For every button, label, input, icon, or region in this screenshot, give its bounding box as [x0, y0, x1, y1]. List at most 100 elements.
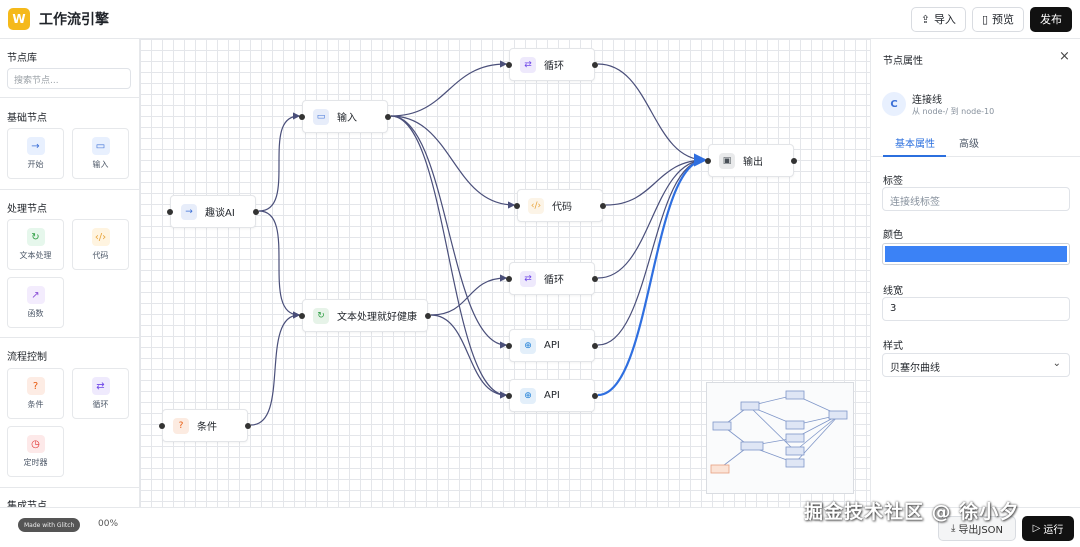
edge-loop2-output[interactable] [597, 156, 707, 279]
edge-start-input[interactable] [258, 112, 301, 212]
header-actions: ⇪ 导入 ▯ 预览 发布 [910, 6, 1072, 32]
input-port[interactable] [299, 313, 305, 319]
publish-button[interactable]: 发布 [1030, 6, 1072, 32]
sidebar-item-function[interactable]: ↗ 函数 [7, 277, 64, 328]
input-port[interactable] [167, 209, 173, 215]
tile-label: 输入 [92, 160, 109, 169]
help-circle-icon: ? [173, 417, 189, 434]
sidebar-item-timer[interactable]: ◷ 定时器 [7, 426, 64, 477]
sidebar-divider [0, 487, 139, 488]
node-label: 代码 [552, 202, 572, 213]
output-port[interactable] [592, 62, 598, 68]
color-swatch [885, 246, 1067, 262]
output-port[interactable] [791, 158, 797, 164]
sidebar-item-start[interactable]: → 开始 [7, 128, 64, 179]
width-field-label: 线宽 [883, 286, 903, 297]
edge-input-loop1[interactable] [390, 60, 508, 117]
section-title-flow: 流程控制 [7, 352, 47, 363]
sidebar-item-input[interactable]: ▭ 输入 [72, 128, 129, 179]
node-code[interactable]: ‹/› 代码 [514, 189, 606, 222]
connection-title: 连接线 [912, 95, 942, 106]
repeat-icon: ⇄ [520, 270, 536, 287]
tile-label: 代码 [92, 251, 109, 260]
refresh-icon: ↻ [313, 307, 329, 324]
edge-api1-output[interactable] [597, 156, 707, 346]
input-port[interactable] [514, 203, 520, 209]
clipboard-icon: ▯ [981, 12, 988, 26]
tab-basic-properties[interactable]: 基本属性 [895, 135, 935, 150]
node-input[interactable]: ▭ 输入 [299, 100, 391, 133]
play-icon: ▷ [1032, 523, 1041, 534]
repeat-icon: ⇄ [520, 56, 536, 73]
node-cond[interactable]: ? 条件 [159, 409, 251, 442]
line-width-input[interactable]: 3 [882, 297, 1070, 321]
input-port[interactable] [159, 423, 165, 429]
node-api1[interactable]: ⊕ API [506, 329, 598, 362]
minimap[interactable] [706, 382, 854, 494]
input-port[interactable] [299, 114, 305, 120]
node-output[interactable]: ▣ 输出 [705, 144, 797, 177]
preview-label: 预览 [992, 13, 1014, 26]
node-search-input[interactable]: 搜索节点... [7, 68, 131, 89]
edge-loop1-output[interactable] [597, 63, 707, 164]
style-field-label: 样式 [883, 341, 903, 352]
output-port[interactable] [253, 209, 259, 215]
node-label: API [544, 390, 560, 401]
input-port[interactable] [506, 343, 512, 349]
edge-api2-output[interactable] [597, 153, 708, 397]
watermark: 掘金技术社区 @ 徐小夕 [804, 501, 1020, 523]
edge-input-api2[interactable] [390, 115, 508, 399]
input-port[interactable] [506, 62, 512, 68]
workflow-canvas[interactable]: → 趣谈AI ▭ 输入? 条件 ↻ 文本处理就好健康 ⇄ 循环 ‹/› 代码 ⇄ 循环 ⊕ API ⊕ API ▣… [140, 39, 870, 507]
output-port[interactable] [600, 203, 606, 209]
run-button[interactable]: ▷ 运行 [1022, 516, 1074, 541]
node-label: 条件 [197, 422, 217, 433]
globe-icon: ⊕ [520, 387, 536, 404]
section-title-basic: 基础节点 [7, 113, 47, 124]
input-port[interactable] [705, 158, 711, 164]
connection-avatar: C [882, 92, 906, 116]
upload-icon: ⇪ [920, 12, 930, 26]
edge-cond-text[interactable] [250, 311, 301, 426]
sidebar-divider [0, 337, 139, 338]
line-style-select[interactable]: 贝塞尔曲线 ⌄ [882, 353, 1070, 377]
node-label: 趣谈AI [205, 208, 235, 219]
edge-input-code[interactable] [390, 115, 516, 209]
top-header: W 工作流引擎 ⇪ 导入 ▯ 预览 发布 [0, 0, 1080, 39]
sidebar-item-code[interactable]: ‹/› 代码 [72, 219, 129, 270]
node-text[interactable]: ↻ 文本处理就好健康 [299, 299, 431, 332]
input-port[interactable] [506, 393, 512, 399]
edge-start-text[interactable] [258, 210, 301, 319]
tab-advanced[interactable]: 高级 [959, 135, 979, 150]
close-icon[interactable]: × [1059, 49, 1070, 64]
node-label: 输出 [743, 157, 763, 168]
import-button[interactable]: ⇪ 导入 [910, 6, 966, 32]
output-port[interactable] [592, 276, 598, 282]
node-api2[interactable]: ⊕ API [506, 379, 598, 412]
arrow-right-icon: → [181, 203, 197, 220]
input-port[interactable] [506, 276, 512, 282]
edge-text-loop2[interactable] [430, 274, 508, 316]
tile-label: 开始 [27, 160, 44, 169]
section-title-processing: 处理节点 [7, 204, 47, 215]
output-port[interactable] [425, 313, 431, 319]
sidebar-item-loop[interactable]: ⇄ 循环 [72, 368, 129, 419]
help-circle-icon: ? [26, 377, 45, 395]
node-loop1[interactable]: ⇄ 循环 [506, 48, 598, 81]
output-port[interactable] [385, 114, 391, 120]
sidebar-item-text-processing[interactable]: ↻ 文本处理 [7, 219, 64, 270]
edge-text-api2[interactable] [430, 314, 508, 399]
output-port[interactable] [245, 423, 251, 429]
preview-button[interactable]: ▯ 预览 [971, 6, 1024, 32]
made-with-badge[interactable]: Made with Glitch [18, 518, 81, 532]
node-loop2[interactable]: ⇄ 循环 [506, 262, 598, 295]
workflow-app: W 工作流引擎 ⇪ 导入 ▯ 预览 发布 节点库 搜索节点... 基础节点 → … [0, 0, 1080, 547]
node-start[interactable]: → 趣谈AI [167, 195, 259, 228]
panel-title: 节点属性 [883, 56, 923, 67]
publish-label: 发布 [1040, 13, 1062, 26]
edge-label-input[interactable]: 连接线标签 [882, 187, 1070, 211]
color-picker[interactable] [882, 243, 1070, 265]
output-port[interactable] [592, 343, 598, 349]
output-port[interactable] [592, 393, 598, 399]
sidebar-item-condition[interactable]: ? 条件 [7, 368, 64, 419]
